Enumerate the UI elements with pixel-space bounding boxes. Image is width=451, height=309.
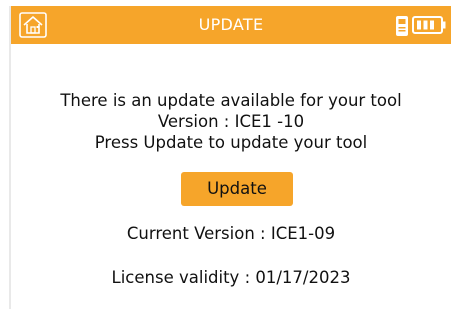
current-version-text: Current Version : ICE1-09 — [126, 224, 336, 243]
update-available-text: There is an update available for your to… — [60, 91, 402, 110]
left-border — [9, 6, 11, 309]
update-button[interactable]: Update — [181, 172, 293, 206]
battery-icon — [412, 16, 446, 34]
header-bar: UPDATE — [11, 6, 451, 44]
license-validity-text: License validity : 01/17/2023 — [111, 268, 351, 287]
update-screen: UPDATE There is an update available for … — [0, 0, 451, 309]
tool-icon — [393, 15, 411, 37]
update-instruction-text: Press Update to update your tool — [94, 133, 368, 152]
page-title: UPDATE — [198, 15, 264, 34]
new-version-text: Version : ICE1 -10 — [157, 112, 305, 131]
